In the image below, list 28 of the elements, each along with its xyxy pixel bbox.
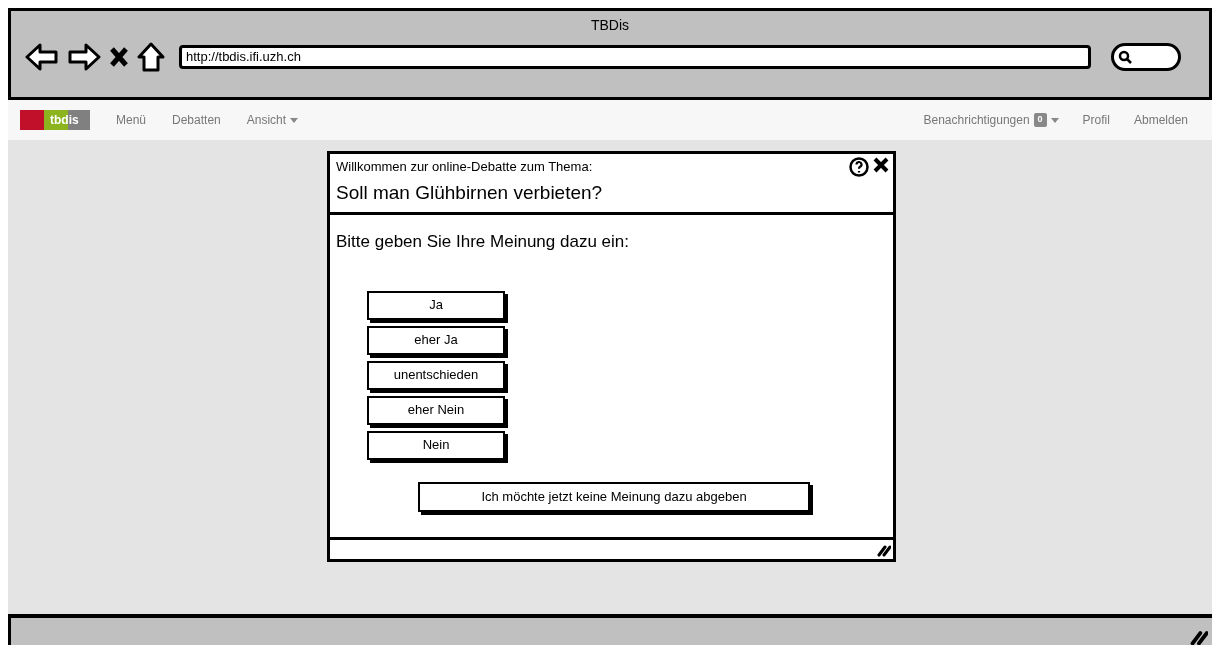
help-icon[interactable] <box>849 157 869 177</box>
caret-icon <box>290 117 299 123</box>
answer-button[interactable]: Ja <box>367 290 505 320</box>
nav-link[interactable]: Ansicht <box>246 111 299 129</box>
caret-icon <box>1050 117 1059 123</box>
window-title: TBDis <box>590 16 630 35</box>
search-field[interactable] <box>1111 43 1181 71</box>
close-icon[interactable] <box>873 157 889 173</box>
search-icon <box>1118 50 1132 64</box>
answer-button[interactable]: eher Ja <box>367 325 505 355</box>
nav-link[interactable]: Debatten <box>172 111 221 129</box>
dialog-subtitle: Willkommen zur online-Debatte zum Thema: <box>336 158 593 176</box>
nav-link[interactable]: Menü <box>116 111 147 129</box>
answer-button[interactable]: Nein <box>367 430 505 460</box>
back-arrow-icon[interactable] <box>25 43 59 71</box>
address-field[interactable]: http://tbdis.ifi.uzh.ch <box>179 45 1091 69</box>
skip-button[interactable]: Ich möchte jetzt keine Meinung dazu abgeben <box>418 481 810 512</box>
nav-link[interactable]: Benachrichtigungen 0 <box>923 111 1059 129</box>
nav-link[interactable]: Profil <box>1082 111 1110 129</box>
close-icon[interactable] <box>109 46 129 68</box>
forward-arrow-icon[interactable] <box>67 43 101 71</box>
nav-link[interactable]: Abmelden <box>1133 111 1188 129</box>
dialog-title: Soll man Glühbirnen verbieten? <box>336 180 603 205</box>
prompt-text: Bitte geben Sie Ihre Meinung dazu ein: <box>336 231 630 253</box>
notification-count: 0 <box>1033 113 1047 127</box>
answer-button[interactable]: eher Nein <box>367 395 505 425</box>
answer-button[interactable]: unentschieden <box>367 360 505 390</box>
home-icon[interactable] <box>137 42 165 72</box>
